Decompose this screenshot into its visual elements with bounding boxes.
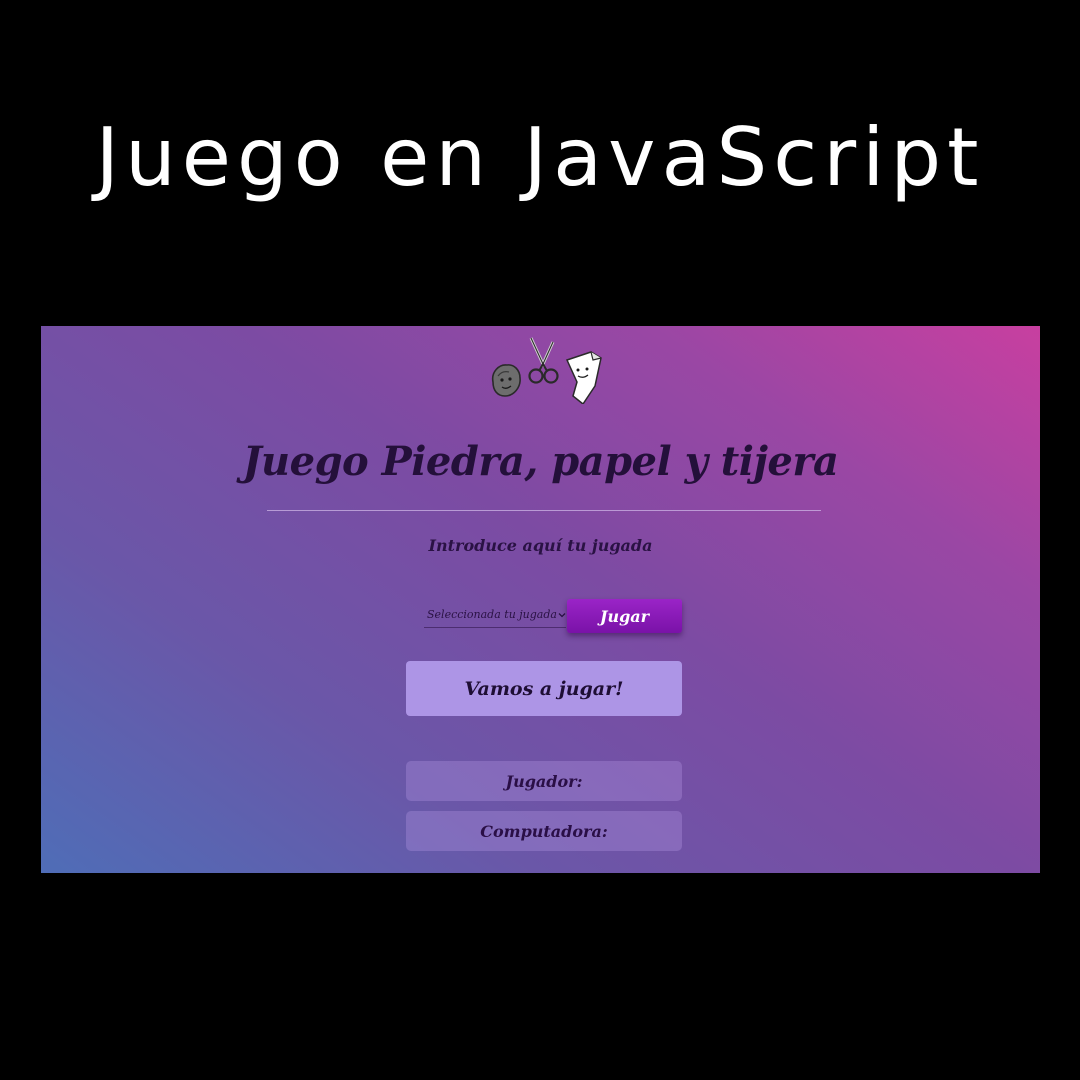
scissors-icon [528, 337, 559, 384]
play-select[interactable]: Seleccionada tu jugada [424, 602, 566, 628]
play-select-value: Seleccionada tu jugada [427, 608, 557, 621]
title-divider [267, 510, 821, 511]
paper-icon [565, 351, 602, 404]
app-window: Juego Piedra, papel y tijera Introduce a… [41, 326, 1040, 873]
page-title: Juego Piedra, papel y tijera [242, 438, 839, 485]
player-score: Jugador: [406, 761, 682, 801]
cover-title: Juego en JavaScript [95, 111, 985, 204]
chevron-down-icon [558, 612, 566, 617]
game-logo [491, 337, 602, 404]
result-message: Vamos a jugar! [406, 661, 682, 716]
rock-icon [491, 364, 521, 397]
play-button[interactable]: Jugar [567, 599, 682, 633]
computer-score: Computadora: [406, 811, 682, 851]
instruction-text: Introduce aquí tu jugada [428, 536, 653, 555]
